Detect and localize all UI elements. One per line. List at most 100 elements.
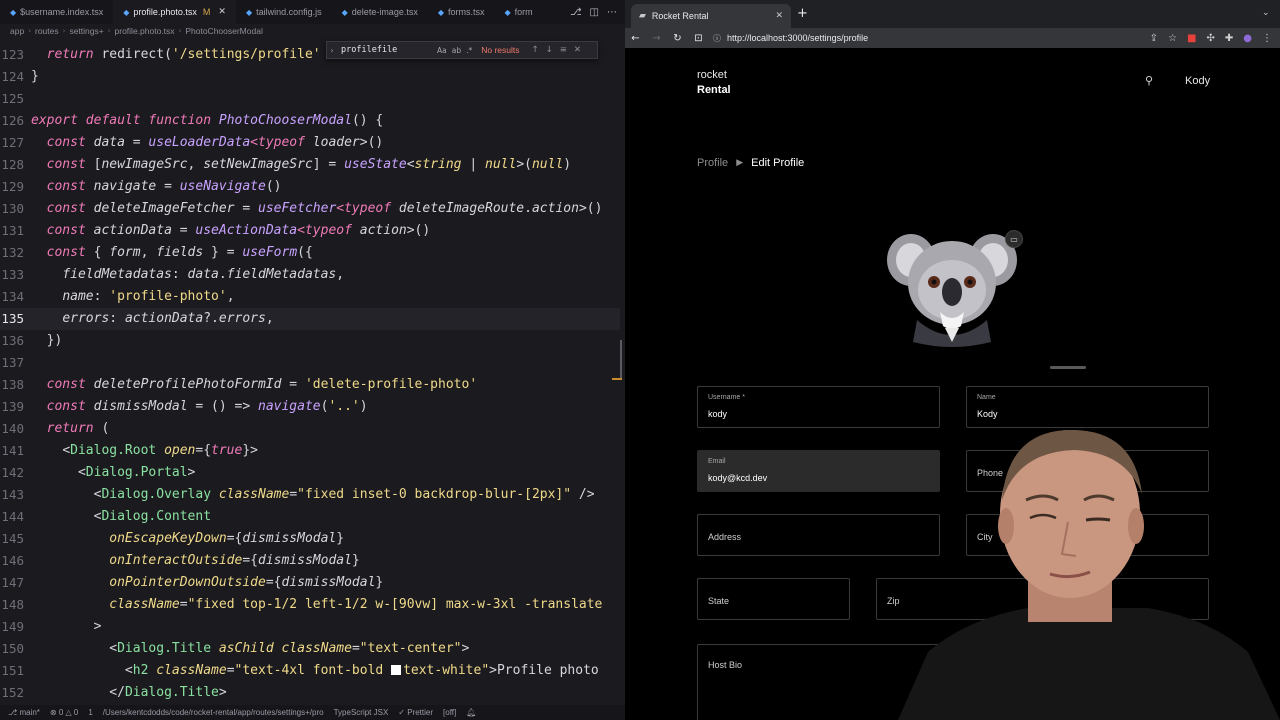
chevron-right-icon[interactable]: › xyxy=(327,46,337,55)
editor-actions: ⎇ ◫ ⋯ xyxy=(570,7,625,18)
info-icon[interactable]: ⓘ xyxy=(713,33,721,44)
address-bar[interactable]: ⓘ http://localhost:3000/settings/profile xyxy=(713,30,868,46)
tab-delete-image[interactable]: ◆ delete-image.tsx xyxy=(332,0,428,24)
host-bio-placeholder: Host Bio xyxy=(708,660,743,670)
back-icon[interactable]: ← xyxy=(625,33,646,44)
tab-username-index[interactable]: ◆ $username.index.tsx xyxy=(0,0,113,24)
code-line: 148 className="fixed top-1/2 left-1/2 w-… xyxy=(0,594,620,616)
line-number: 137 xyxy=(1,355,24,370)
line-number: 150 xyxy=(1,641,24,656)
bookmark-icon[interactable]: ⊡ xyxy=(688,33,709,44)
extension-icon[interactable]: ✣ xyxy=(1206,33,1214,44)
find-widget[interactable]: › profilefile Aa ab .* No results ↑ ↓ ≡ … xyxy=(326,41,598,59)
code-text: onPointerDownOutside={dismissModal} xyxy=(109,575,384,590)
breadcrumb-item[interactable]: app xyxy=(10,26,24,36)
breadcrumb-item[interactable]: profile.photo.tsx xyxy=(115,26,175,36)
koala-image xyxy=(887,234,1017,347)
problems-status[interactable]: ⊗ 0 △ 0 xyxy=(50,708,78,717)
find-input[interactable]: profilefile xyxy=(337,45,437,55)
search-icon[interactable]: ⚲ xyxy=(1145,74,1153,87)
code-line: 150 <Dialog.Title asChild className="tex… xyxy=(0,638,620,660)
breadcrumb-item[interactable]: settings+ xyxy=(69,26,103,36)
breadcrumb-item[interactable]: PhotoChooserModal xyxy=(185,26,263,36)
find-in-selection-icon[interactable]: ≡ xyxy=(560,45,567,55)
new-tab-icon[interactable]: + xyxy=(797,6,808,21)
code-line: 140 return ( xyxy=(0,418,620,440)
arrow-down-icon[interactable]: ↓ xyxy=(546,45,553,55)
kebab-menu-icon[interactable]: ⋮ xyxy=(1262,33,1272,44)
status-bar: ⎇ main* ⊗ 0 △ 0 1 /Users/kentcdodds/code… xyxy=(0,705,625,720)
forward-icon[interactable]: → xyxy=(646,33,667,44)
line-number: 143 xyxy=(1,487,24,502)
browser-tab[interactable]: ▰ Rocket Rental ✕ xyxy=(631,4,791,28)
username-value[interactable]: kody xyxy=(708,409,727,419)
breadcrumb-current: Edit Profile xyxy=(751,157,805,169)
match-case-toggle[interactable]: Aa xyxy=(437,46,447,55)
spell-status[interactable]: [off] xyxy=(443,708,456,717)
tsx-file-icon: ◆ xyxy=(437,7,444,17)
line-number: 151 xyxy=(1,663,24,678)
chevron-right-icon: › xyxy=(178,27,182,35)
language-mode[interactable]: TypeScript JSX xyxy=(334,708,389,717)
star-icon[interactable]: ☆ xyxy=(1168,33,1177,44)
line-number: 138 xyxy=(1,377,24,392)
puzzle-icon[interactable]: ✚ xyxy=(1225,33,1233,44)
profile-avatar[interactable] xyxy=(887,228,1017,348)
close-icon[interactable]: ✕ xyxy=(775,11,783,21)
line-number: 140 xyxy=(1,421,24,436)
code-text: export default function PhotoChooserModa… xyxy=(31,113,384,128)
code-area[interactable]: 123 return redirect('/settings/profile' … xyxy=(0,44,620,704)
breadcrumb-profile-link[interactable]: Profile xyxy=(697,157,728,169)
split-editor-icon[interactable]: ◫ xyxy=(590,7,599,18)
breadcrumb-item[interactable]: routes xyxy=(35,26,59,36)
site-logo[interactable]: rocket Rental xyxy=(697,68,731,98)
tab-tailwind-config[interactable]: ◆ tailwind.config.js xyxy=(236,0,332,24)
code-text: <Dialog.Overlay className="fixed inset-0… xyxy=(93,487,595,502)
code-editor[interactable]: ◆ $username.index.tsx ◆ profile.photo.ts… xyxy=(0,0,625,720)
code-line: 141 <Dialog.Root open={true}> xyxy=(0,440,620,462)
line-number: 124 xyxy=(1,69,24,84)
prettier-status[interactable]: ✓ Prettier xyxy=(398,708,433,717)
extension-record-icon[interactable]: ■ xyxy=(1187,33,1196,44)
reload-icon[interactable]: ↻ xyxy=(667,33,688,44)
check-icon: ✓ xyxy=(398,708,405,717)
state-field[interactable]: State xyxy=(697,578,850,620)
regex-toggle[interactable]: .* xyxy=(466,46,472,55)
code-text: errors: actionData?.errors, xyxy=(62,311,274,326)
line-number: 142 xyxy=(1,465,24,480)
code-line: 134 name: 'profile-photo', xyxy=(0,286,620,308)
code-text: const deleteImageFetcher = useFetcher<ty… xyxy=(46,201,603,216)
chevron-down-icon[interactable]: ⌄ xyxy=(1262,8,1270,18)
more-actions-icon[interactable]: ⋯ xyxy=(607,7,617,18)
code-line: 136 }) xyxy=(0,330,620,352)
close-icon[interactable]: ✕ xyxy=(574,45,581,55)
camera-icon[interactable]: ▭ xyxy=(1005,230,1023,248)
code-line: 145 onEscapeKeyDown={dismissModal} xyxy=(0,528,620,550)
logo-line-2: Rental xyxy=(697,84,731,96)
line-number: 130 xyxy=(1,201,24,216)
tsx-file-icon: ◆ xyxy=(123,7,130,17)
user-menu-link[interactable]: Kody xyxy=(1185,75,1210,87)
info-status[interactable]: 1 xyxy=(88,708,92,717)
tab-form[interactable]: ◆ form xyxy=(495,0,543,24)
tab-label: profile.photo.tsx xyxy=(133,7,197,17)
bell-icon[interactable]: 🔔︎ xyxy=(466,708,476,717)
close-icon[interactable]: ✕ xyxy=(218,7,226,17)
whole-word-toggle[interactable]: ab xyxy=(452,46,461,55)
branch-status[interactable]: ⎇ main* xyxy=(8,708,40,717)
url-text[interactable]: http://localhost:3000/settings/profile xyxy=(727,33,868,43)
scrollbar-thumb[interactable] xyxy=(612,340,622,380)
code-text: } xyxy=(31,69,39,84)
arrow-up-icon[interactable]: ↑ xyxy=(532,45,539,55)
share-icon[interactable]: ⇪ xyxy=(1150,33,1158,44)
line-number: 145 xyxy=(1,531,24,546)
webcam-overlay xyxy=(898,429,1280,720)
tab-forms[interactable]: ◆ forms.tsx xyxy=(428,0,495,24)
name-value[interactable]: Kody xyxy=(977,409,998,419)
profile-avatar-icon[interactable]: ● xyxy=(1243,33,1252,44)
source-control-icon[interactable]: ⎇ xyxy=(570,7,582,18)
line-number: 139 xyxy=(1,399,24,414)
state-placeholder: State xyxy=(708,596,730,606)
tab-profile-photo[interactable]: ◆ profile.photo.tsx M ✕ xyxy=(113,0,236,24)
browser-tab-strip: ▰ Rocket Rental ✕ + ⌄ xyxy=(625,0,1280,28)
